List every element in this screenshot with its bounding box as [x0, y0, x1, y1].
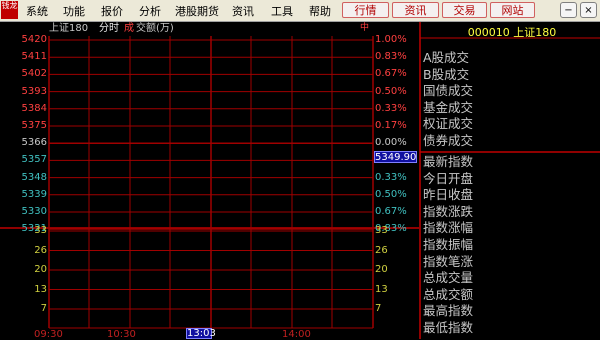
volume-label-a: 成 [124, 23, 134, 34]
percent-tick-label: 1.00% [375, 34, 407, 45]
info-label: B股成交 [423, 66, 470, 82]
price-tick-label: 5348 [21, 171, 47, 183]
percent-tick-label: 0.17% [375, 120, 407, 131]
current-time-tag: 13:03 [186, 328, 216, 339]
price-tick-label: 5402 [21, 68, 47, 80]
volume-tick-label: 20 [34, 264, 47, 275]
volume-tick-label: 26 [34, 244, 47, 256]
chart-corner-mark: 中 [360, 23, 370, 33]
info-label: A股成交 [423, 50, 470, 65]
info-label: 权证成交 [423, 116, 474, 132]
percent-tick-label: 0.67% [375, 206, 407, 217]
price-tick-label: 5339 [21, 188, 47, 200]
volume-tick-label: 7 [40, 303, 47, 314]
info-label: 最高指数 [423, 303, 474, 319]
percent-tick-label: 0.33% [375, 102, 407, 114]
info-label: 债券成交 [423, 133, 474, 148]
price-tick-label: 5420 [21, 34, 47, 45]
info-label: 指数振幅 [423, 237, 474, 252]
chart-grid [0, 22, 600, 339]
info-label: 总成交量 [423, 270, 474, 286]
price-tick-label: 5393 [21, 85, 47, 97]
price-tick-label: 5375 [21, 120, 47, 131]
info-label: 总成交额 [423, 286, 474, 302]
volume-tick-label: 13 [34, 283, 47, 295]
percent-tick-label: 0.67% [375, 68, 407, 80]
volume-tick-label-right: 7 [375, 303, 382, 314]
info-label: 指数涨幅 [423, 220, 474, 236]
info-label: 今日开盘 [423, 170, 474, 186]
info-label: 指数笔涨 [423, 253, 474, 269]
index-name: 上证180 [49, 23, 89, 34]
volume-tick-label-right: 13 [375, 283, 388, 295]
percent-tick-label: 0.50% [375, 85, 407, 97]
info-label: 最低指数 [423, 320, 474, 335]
volume-tick-label-right: 26 [375, 244, 388, 256]
info-label: 最新指数 [423, 154, 474, 169]
volume-tick-label-right: 20 [375, 264, 388, 275]
chart-mode[interactable]: 分时 [99, 22, 119, 35]
info-panel-title: 000010 上证180 [467, 26, 557, 39]
chart-header: 上证180 分时 成 交额(万) 中 [0, 22, 420, 35]
current-price-tag: 5349.90 [374, 151, 417, 163]
percent-tick-label: 0.83% [375, 51, 407, 63]
price-tick-label: 5384 [21, 102, 47, 114]
info-label: 国债成交 [423, 83, 474, 99]
info-label: 基金成交 [423, 99, 474, 115]
price-tick-label: 5357 [21, 154, 47, 166]
info-label: 昨日收盘 [423, 187, 474, 203]
info-label: 指数涨跌 [423, 203, 474, 219]
volume-label-b: 交额(万) [136, 23, 174, 34]
percent-tick-label: 0.33% [375, 171, 407, 183]
volume-tick-label-right: 33 [375, 225, 388, 236]
price-tick-label: 5330 [21, 206, 47, 217]
price-tick-label: 5411 [21, 51, 47, 63]
volume-tick-label: 33 [34, 225, 47, 236]
percent-tick-label: 0.00% [375, 137, 407, 149]
price-tick-label: 5366 [21, 137, 47, 149]
percent-tick-label: 0.50% [375, 188, 407, 200]
